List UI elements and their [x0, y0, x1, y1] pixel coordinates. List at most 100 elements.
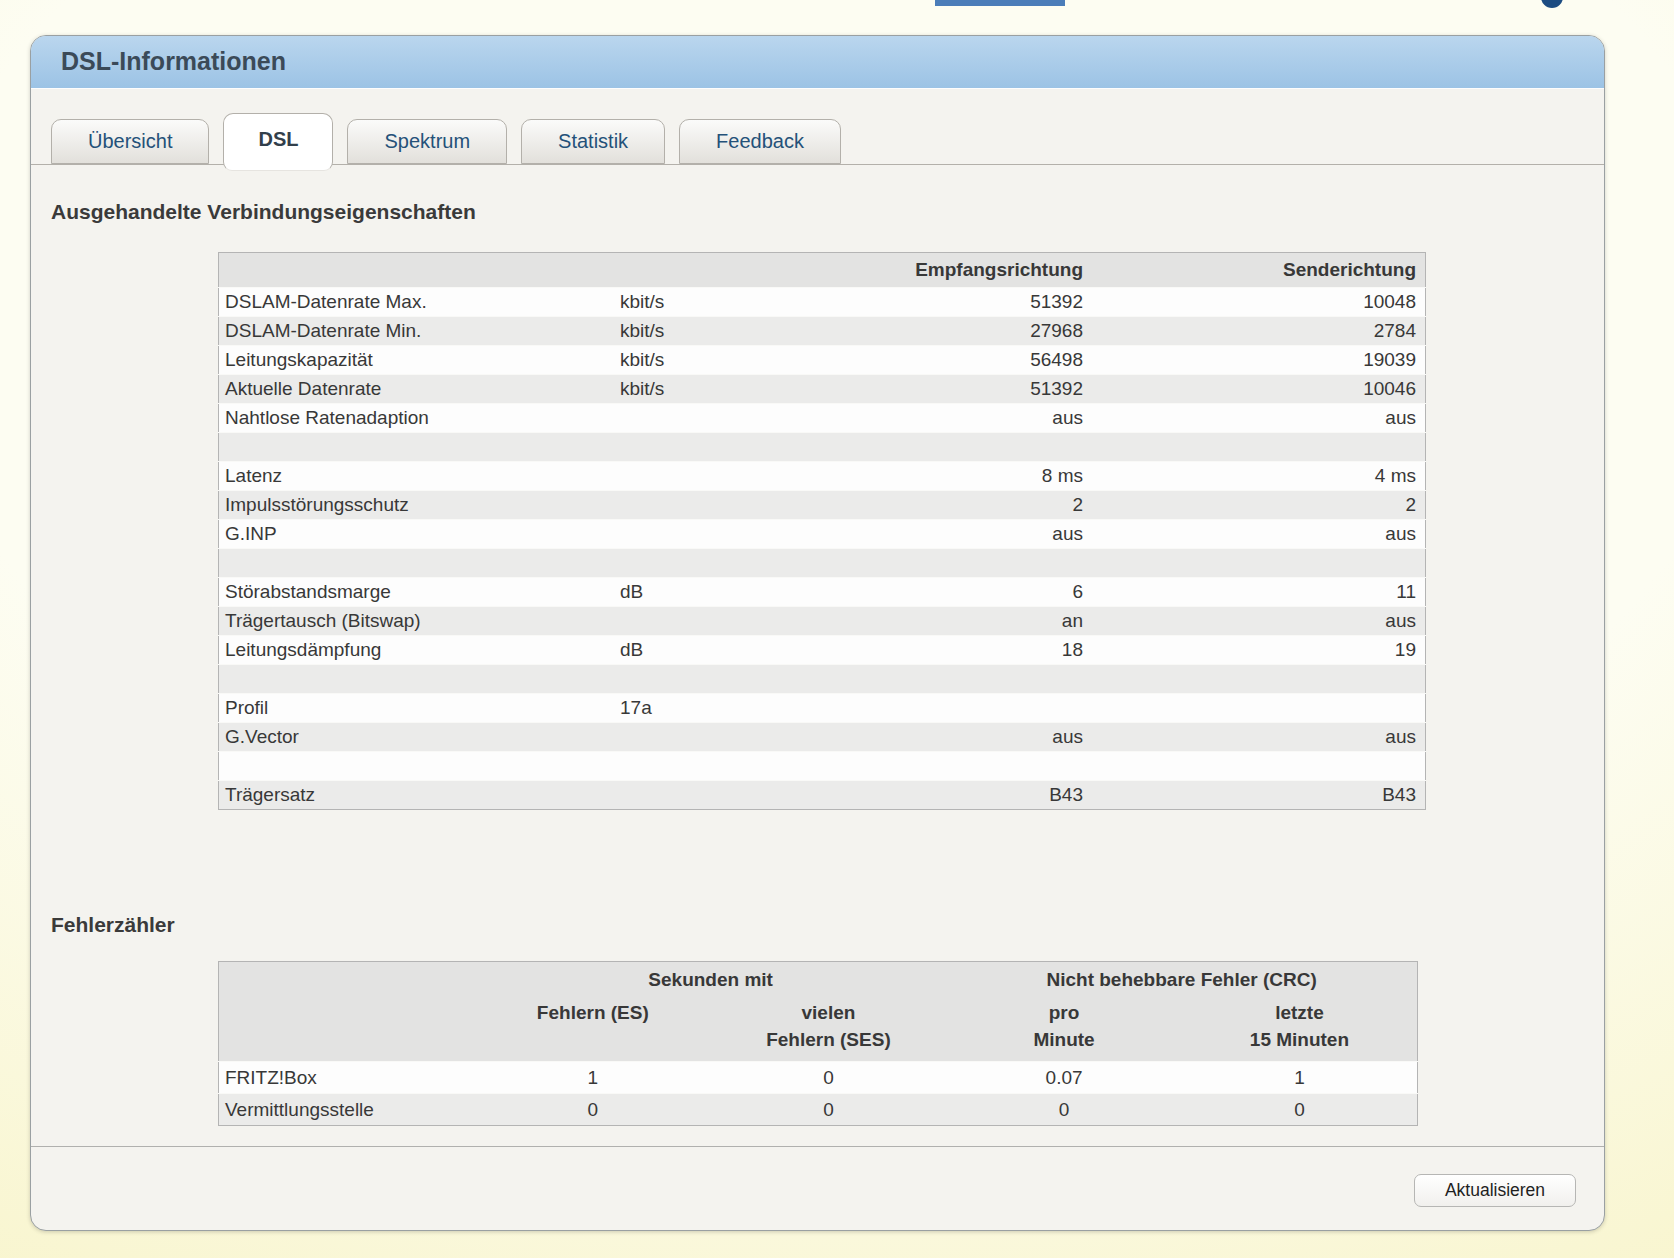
row-tx-value: 10048: [1083, 288, 1426, 317]
connection-table-header-row: Empfangsrichtung Senderichtung: [219, 253, 1426, 288]
tab-uebersicht[interactable]: Übersicht: [51, 119, 209, 164]
row-unit: [620, 723, 800, 752]
connection-row: Aktuelle Datenratekbit/s5139210046: [219, 375, 1426, 404]
connection-row: Trägertausch (Bitswap)anaus: [219, 607, 1426, 636]
row-tx-value: aus: [1083, 723, 1426, 752]
top-cropped-help-icon[interactable]: [1541, 0, 1563, 8]
row-tx-value: B43: [1083, 781, 1426, 810]
tab-feedback[interactable]: Feedback: [679, 119, 841, 164]
row-unit: kbit/s: [620, 288, 800, 317]
row-rx-value: an: [800, 607, 1083, 636]
row-unit: [620, 404, 800, 433]
row-tx-value: aus: [1083, 404, 1426, 433]
row-tx-value: [1083, 694, 1426, 723]
row-label: Impulsstörungsschutz: [219, 491, 621, 520]
row-label: Aktuelle Datenrate: [219, 375, 621, 404]
tab-statistik[interactable]: Statistik: [521, 119, 665, 164]
row-unit: kbit/s: [620, 375, 800, 404]
connection-row: G.Vector ausaus: [219, 723, 1426, 752]
header-empty-unit: [620, 253, 800, 288]
page-background: DSL-Informationen Übersicht DSL Spektrum…: [0, 0, 1674, 1258]
connection-spacer-row: [219, 752, 1426, 781]
connection-row: DSLAM-Datenrate Min.kbit/s279682784: [219, 317, 1426, 346]
top-cropped-button[interactable]: [935, 0, 1065, 6]
row-tx-value: 19039: [1083, 346, 1426, 375]
row-rx-value: aus: [800, 520, 1083, 549]
row-rx-value: 6: [800, 578, 1083, 607]
row-tx-value: aus: [1083, 520, 1426, 549]
row-label: Latenz: [219, 462, 621, 491]
connection-spacer-row: [219, 433, 1426, 462]
error-row-value: 0: [946, 1094, 1182, 1126]
connection-row: Leitungskapazitätkbit/s5649819039: [219, 346, 1426, 375]
row-label: G.INP: [219, 520, 621, 549]
row-unit: 17a: [620, 694, 800, 723]
connection-spacer-row: [219, 549, 1426, 578]
row-tx-value: 11: [1083, 578, 1426, 607]
connection-properties-table: Empfangsrichtung Senderichtung DSLAM-Dat…: [218, 252, 1426, 810]
row-unit: [620, 665, 800, 694]
row-unit: [620, 520, 800, 549]
row-rx-value: [800, 433, 1083, 462]
row-label: Leitungsdämpfung: [219, 636, 621, 665]
connection-row: Latenz8 ms4 ms: [219, 462, 1426, 491]
row-rx-value: B43: [800, 781, 1083, 810]
row-unit: dB: [620, 636, 800, 665]
row-unit: [620, 433, 800, 462]
error-row-value: 0: [475, 1094, 711, 1126]
row-rx-value: aus: [800, 404, 1083, 433]
row-unit: kbit/s: [620, 317, 800, 346]
error-row-value: 0: [1182, 1094, 1418, 1126]
row-label: [219, 433, 621, 462]
group-header-crc: Nicht behebbare Fehler (CRC): [946, 962, 1417, 998]
row-tx-value: 2784: [1083, 317, 1426, 346]
connection-row: DSLAM-Datenrate Max.kbit/s5139210048: [219, 288, 1426, 317]
row-label: Leitungskapazität: [219, 346, 621, 375]
row-unit: [620, 462, 800, 491]
row-rx-value: aus: [800, 723, 1083, 752]
row-label: [219, 752, 621, 781]
row-label: [219, 665, 621, 694]
row-unit: [620, 752, 800, 781]
error-table-column-header-row: Fehlern (ES)vielen Fehlern (SES)pro Minu…: [219, 997, 1418, 1062]
error-row-label: Vermittlungsstelle: [219, 1094, 476, 1126]
tab-spektrum[interactable]: Spektrum: [347, 119, 507, 164]
row-tx-value: 2: [1083, 491, 1426, 520]
row-rx-value: [800, 665, 1083, 694]
row-label: Nahtlose Ratenadaption: [219, 404, 621, 433]
tab-dsl[interactable]: DSL: [223, 113, 333, 171]
error-column-header: pro Minute: [946, 997, 1182, 1062]
row-unit: dB: [620, 578, 800, 607]
row-unit: [620, 491, 800, 520]
error-row-value: 1: [1182, 1062, 1418, 1094]
row-tx-value: [1083, 665, 1426, 694]
row-unit: [620, 781, 800, 810]
error-column-header: vielen Fehlern (SES): [711, 997, 947, 1062]
connection-row: TrägersatzB43B43: [219, 781, 1426, 810]
row-rx-value: [800, 694, 1083, 723]
connection-row: LeitungsdämpfungdB1819: [219, 636, 1426, 665]
header-senderichtung: Senderichtung: [1083, 253, 1426, 288]
footer-divider: [31, 1146, 1604, 1147]
connection-row: Impulsstörungsschutz22: [219, 491, 1426, 520]
error-row-label: FRITZ!Box: [219, 1062, 476, 1094]
error-column-header: letzte 15 Minuten: [1182, 997, 1418, 1062]
error-row-value: 0.07: [946, 1062, 1182, 1094]
row-label: Trägertausch (Bitswap): [219, 607, 621, 636]
connection-row: Profil17a: [219, 694, 1426, 723]
tab-bar: Übersicht DSL Spektrum Statistik Feedbac…: [51, 113, 855, 171]
row-unit: kbit/s: [620, 346, 800, 375]
error-column-header: Fehlern (ES): [475, 997, 711, 1062]
page-title: DSL-Informationen: [61, 47, 286, 76]
header-empfangsrichtung: Empfangsrichtung: [800, 253, 1083, 288]
row-rx-value: [800, 549, 1083, 578]
dsl-informationen-panel: DSL-Informationen Übersicht DSL Spektrum…: [30, 35, 1605, 1231]
row-tx-value: 4 ms: [1083, 462, 1426, 491]
section-heading-connection: Ausgehandelte Verbindungseigenschaften: [51, 200, 476, 224]
refresh-button[interactable]: Aktualisieren: [1414, 1174, 1576, 1207]
group-header-empty: [219, 962, 476, 998]
row-label: G.Vector: [219, 723, 621, 752]
connection-row: StörabstandsmargedB611: [219, 578, 1426, 607]
row-rx-value: 18: [800, 636, 1083, 665]
row-rx-value: 51392: [800, 288, 1083, 317]
